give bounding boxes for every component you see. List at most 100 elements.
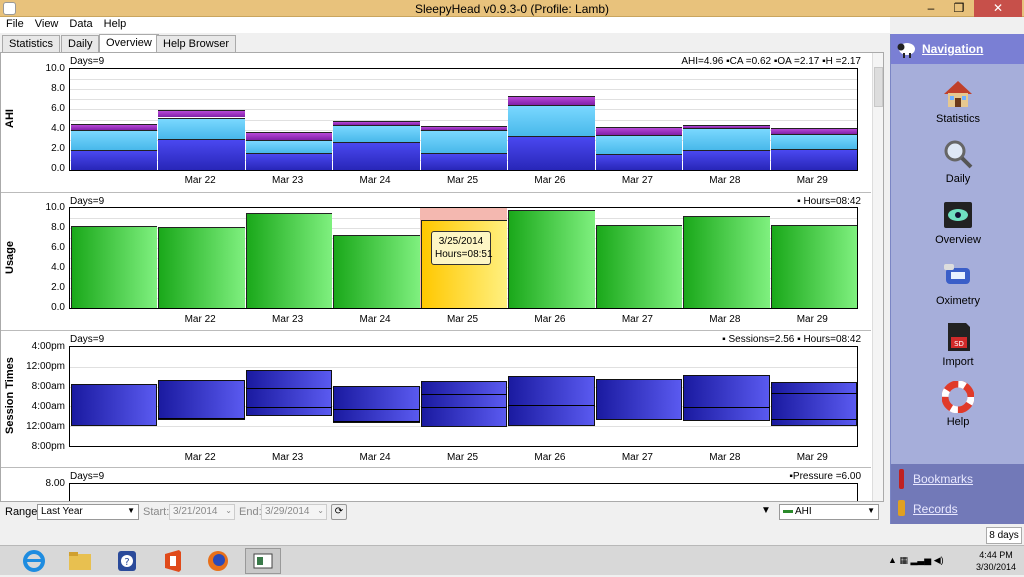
ahi-bar-h[interactable] — [245, 131, 333, 140]
ahi-plot[interactable] — [69, 68, 858, 171]
system-clock[interactable]: 4:44 PM 3/30/2014 — [976, 549, 1016, 573]
ahi-ytick: 6.0 — [51, 103, 65, 114]
session-bar[interactable] — [420, 380, 508, 428]
graph-select[interactable]: AHI ▼ — [779, 504, 879, 520]
grid-line — [70, 89, 857, 91]
tab-overview[interactable]: Overview — [99, 34, 159, 53]
menu-data[interactable]: Data — [63, 17, 97, 30]
usage-bar[interactable] — [770, 225, 857, 308]
ahi-bar-oa[interactable] — [770, 133, 857, 149]
usage-bar[interactable] — [595, 225, 683, 308]
tab-statistics[interactable]: Statistics — [2, 35, 61, 52]
nav-import[interactable]: SD Import — [891, 321, 1024, 368]
menu-file[interactable]: File — [0, 17, 29, 30]
usage-bar[interactable] — [683, 216, 770, 308]
session-ytick: 12:00am — [26, 421, 65, 432]
ahi-bar-ca[interactable] — [71, 149, 158, 170]
ahi-bar-h[interactable] — [420, 125, 508, 130]
ahi-bar-ca[interactable] — [420, 152, 508, 170]
ahi-graph[interactable]: AHI Days=9 AHI=4.96 ▪CA =0.62 ▪OA =2.17 … — [1, 53, 871, 189]
ahi-bar-h[interactable] — [683, 124, 770, 128]
scrollbar-thumb[interactable] — [874, 67, 883, 107]
usage-graph[interactable]: Usage Days=9 ▪ Hours=08:42 10.0 8.0 6.0 … — [1, 192, 871, 327]
start-date-field[interactable]: 3/21/2014 ⌄ — [169, 504, 235, 520]
tab-daily[interactable]: Daily — [61, 35, 100, 52]
ie-taskbar-button[interactable] — [16, 548, 52, 574]
usage-bar[interactable] — [245, 213, 333, 308]
ahi-bar-oa[interactable] — [158, 117, 245, 139]
ahi-bar-ca[interactable] — [508, 135, 595, 170]
ahi-bar-ca[interactable] — [333, 141, 420, 170]
ahi-bar-oa[interactable] — [683, 127, 770, 150]
maximize-button[interactable]: ❐ — [946, 0, 972, 17]
usage-bar[interactable] — [158, 227, 245, 308]
records-button[interactable]: Records — [891, 494, 1024, 524]
nav-overview[interactable]: Overview — [891, 199, 1024, 246]
nav-daily[interactable]: Daily — [891, 138, 1024, 185]
ahi-bar-oa[interactable] — [333, 124, 420, 142]
usage-bar[interactable] — [333, 235, 420, 308]
ahi-bar-oa[interactable] — [245, 139, 333, 153]
status-days: 8 days — [986, 527, 1022, 544]
ahi-bar-h[interactable] — [158, 110, 245, 118]
usage-bar[interactable] — [71, 226, 158, 308]
session-bar[interactable] — [245, 369, 333, 417]
explorer-taskbar-button[interactable] — [62, 548, 98, 574]
session-ytick: 4:00pm — [31, 341, 65, 352]
close-button[interactable]: ✕ — [974, 0, 1022, 17]
bookmarks-button[interactable]: Bookmarks — [891, 464, 1024, 494]
sleepyhead-taskbar-button[interactable] — [245, 548, 281, 574]
session-bar[interactable] — [333, 386, 420, 424]
triangle-down-icon: ▼ — [761, 505, 771, 516]
pressure-graph[interactable]: Days=9 ▪Pressure =6.00 8.00 — [1, 467, 871, 501]
ahi-bar-h[interactable] — [333, 120, 420, 125]
tray-icons[interactable]: ▲ ▦ ▂▃▅ ◀) — [888, 555, 944, 566]
session-bar[interactable] — [595, 378, 683, 420]
chevron-down-icon: ▼ — [127, 506, 135, 515]
ahi-ytick: 0.0 — [51, 163, 65, 174]
ahi-bar-h[interactable] — [508, 96, 595, 106]
session-bar[interactable] — [683, 375, 770, 421]
range-select[interactable]: Last Year ▼ — [37, 504, 139, 520]
nav-statistics[interactable]: Statistics — [891, 78, 1024, 125]
office-taskbar-button[interactable] — [155, 548, 191, 574]
ahi-bar-ca[interactable] — [245, 152, 333, 170]
vertical-scrollbar[interactable] — [872, 53, 883, 501]
nav-oximetry[interactable]: Oximetry — [891, 260, 1024, 307]
end-date-field[interactable]: 3/29/2014 ⌄ — [261, 504, 327, 520]
navigation-header[interactable]: Navigation — [891, 34, 1024, 64]
ahi-bar-h[interactable] — [770, 127, 857, 134]
range-label: Range: — [5, 506, 41, 518]
ahi-bar-h[interactable] — [71, 123, 158, 130]
menu-help[interactable]: Help — [98, 17, 132, 30]
session-bar[interactable] — [71, 383, 158, 427]
pressure-plot[interactable] — [69, 483, 858, 501]
nav-help-label: Help — [946, 416, 970, 428]
ahi-bar-oa[interactable] — [420, 129, 508, 153]
ahi-bar-oa[interactable] — [595, 134, 683, 154]
graph-menu-button[interactable]: ▼ — [761, 505, 771, 516]
nav-help[interactable]: Help — [891, 380, 1024, 428]
help-taskbar-button[interactable]: ? — [109, 548, 145, 574]
menu-view[interactable]: View — [29, 17, 64, 30]
folder-icon — [69, 552, 91, 570]
tab-help-browser[interactable]: Help Browser — [156, 35, 237, 52]
refresh-button[interactable]: ⟳ — [331, 504, 347, 520]
session-bar[interactable] — [158, 380, 245, 420]
magnifier-icon — [944, 140, 973, 169]
session-graph[interactable]: Session Times Days=9 ▪ Sessions=2.56 ▪ H… — [1, 330, 871, 464]
usage-bar[interactable] — [508, 210, 595, 308]
session-bar[interactable] — [508, 375, 595, 427]
ahi-bar-ca[interactable] — [595, 153, 683, 170]
ahi-bar-oa[interactable] — [508, 105, 595, 136]
ahi-bar-ca[interactable] — [683, 149, 770, 170]
ahi-bar-oa[interactable] — [71, 129, 158, 150]
nav-overview-label: Overview — [935, 234, 981, 246]
minimize-button[interactable]: – — [918, 0, 944, 17]
firefox-taskbar-button[interactable] — [200, 548, 236, 574]
ahi-bar-h[interactable] — [595, 126, 683, 135]
ahi-bar-ca[interactable] — [770, 148, 857, 170]
ahi-bar-ca[interactable] — [158, 138, 245, 170]
session-plot[interactable] — [69, 346, 858, 447]
nav-import-label: Import — [942, 356, 974, 368]
